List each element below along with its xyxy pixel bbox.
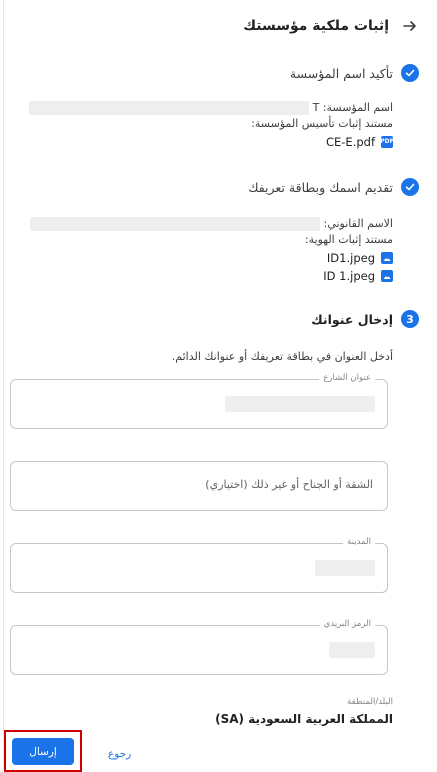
redacted-value: [225, 396, 375, 412]
redacted-value: [315, 560, 375, 576]
id-doc-label: مستند إثبات الهوية:: [304, 233, 393, 246]
city-field[interactable]: المدينة: [10, 537, 388, 593]
file-name: CE-E.pdf: [325, 135, 375, 149]
verification-panel: إثبات ملكية مؤسستك تأكيد اسم المؤسسة اسم…: [0, 0, 437, 772]
redacted-value: [29, 217, 320, 231]
org-name-label: اسم المؤسسة: T: [312, 101, 393, 114]
step-enter-address: 3 إدخال عنوانك: [311, 310, 419, 328]
country-label: البلد/المنطقة: [347, 697, 393, 707]
pdf-file-icon: PDF: [380, 136, 394, 148]
step-confirm-org-name: تأكيد اسم المؤسسة: [290, 64, 419, 82]
page-header: إثبات ملكية مؤسستك: [243, 14, 419, 38]
redacted-value: [28, 101, 309, 115]
check-circle-icon: [401, 64, 419, 82]
file-name: ID1.jpeg: [326, 251, 375, 265]
step-title: إدخال عنوانك: [311, 311, 393, 327]
image-file-icon: [381, 270, 393, 282]
back-button[interactable]: رجوع: [108, 748, 131, 760]
field-label: عنوان الشارع: [319, 373, 375, 383]
field-label: الرمز البريدي: [319, 619, 375, 629]
postal-code-field[interactable]: الرمز البريدي: [10, 619, 388, 675]
org-name-line: اسم المؤسسة: T: [28, 100, 393, 116]
country-value[interactable]: المملكة العربية السعودية (SA): [215, 712, 393, 726]
step-title: تأكيد اسم المؤسسة: [289, 65, 393, 81]
field-placeholder: الشقة أو الجناح أو غير ذلك (اختياري): [205, 478, 373, 491]
step-title: تقديم اسمك وبطاقة تعريفك: [248, 179, 393, 195]
file-item[interactable]: ID 1.jpeg: [30, 268, 393, 284]
legal-name-line: الاسم القانوني:: [29, 216, 393, 232]
submit-highlight: إرسال: [4, 730, 82, 772]
panel-divider: [3, 0, 4, 771]
file-item[interactable]: ID1.jpeg: [30, 250, 393, 266]
id-doc-line: مستند إثبات الهوية:: [30, 232, 393, 248]
identity-info: الاسم القانوني: مستند إثبات الهوية: ID1.…: [29, 216, 393, 284]
file-item[interactable]: PDF CE-E.pdf: [29, 134, 394, 150]
address-instruction: أدخل العنوان في بطاقة تعريفك أو عنوانك ا…: [171, 350, 393, 363]
org-doc-line: مستند إثبات تأسيس المؤسسة:: [29, 116, 393, 132]
step-name-and-id: تقديم اسمك وبطاقة تعريفك: [248, 178, 419, 196]
image-file-icon: [381, 252, 393, 264]
action-bar: إرسال رجوع: [0, 730, 437, 772]
redacted-value: [329, 642, 375, 658]
street-address-field[interactable]: عنوان الشارع: [10, 373, 388, 429]
submit-button[interactable]: إرسال: [12, 738, 74, 765]
field-label: المدينة: [343, 537, 375, 547]
legal-name-label: الاسم القانوني:: [323, 217, 393, 230]
file-name: ID 1.jpeg: [323, 269, 375, 283]
page-title: إثبات ملكية مؤسستك: [243, 18, 389, 34]
org-doc-label: مستند إثبات تأسيس المؤسسة:: [251, 117, 393, 130]
step-number-badge: 3: [401, 310, 419, 328]
org-info: اسم المؤسسة: T مستند إثبات تأسيس المؤسسة…: [28, 100, 394, 150]
apartment-field[interactable]: الشقة أو الجناح أو غير ذلك (اختياري): [10, 461, 388, 511]
arrow-right-icon[interactable]: [401, 17, 419, 35]
check-circle-icon: [401, 178, 419, 196]
